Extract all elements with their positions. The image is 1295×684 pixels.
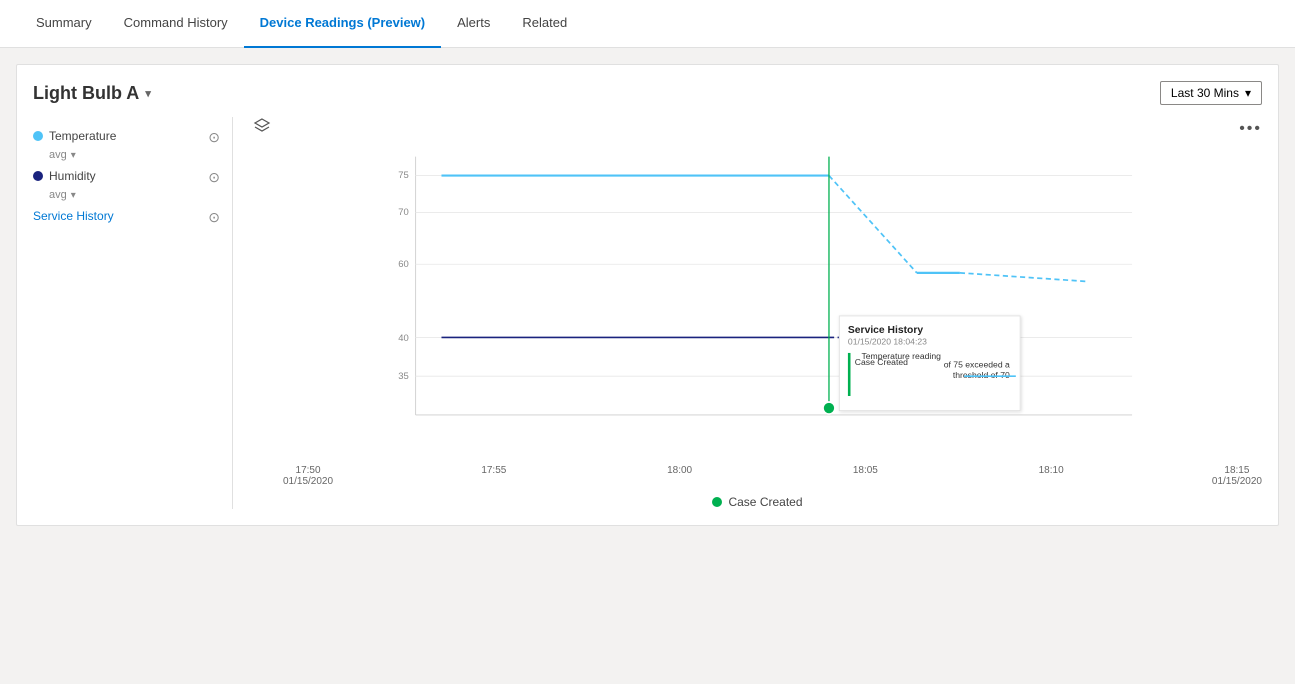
service-history-link[interactable]: Service History (33, 209, 114, 223)
x-date-1815: 01/15/2020 (1212, 476, 1262, 487)
legend-service-history: Service History ⊙ (33, 205, 220, 230)
svg-text:Service History: Service History (848, 325, 923, 336)
svg-text:Temperature reading: Temperature reading (861, 351, 941, 361)
legend-humidity-left: Humidity avg ▾ (33, 169, 96, 201)
humidity-avg-chevron[interactable]: ▾ (71, 190, 76, 201)
chart-svg: 75 70 60 40 35 (253, 148, 1262, 458)
device-title[interactable]: Light Bulb A ▾ (33, 83, 151, 104)
temperature-avg-chevron[interactable]: ▾ (71, 150, 76, 161)
humidity-icons: ⊙ (208, 169, 220, 186)
main-content: Light Bulb A ▾ Last 30 Mins ▾ Tem (0, 48, 1295, 542)
legend-temperature: Temperature avg ▾ ⊙ (33, 125, 220, 165)
x-label-1805: 18:05 (840, 465, 890, 487)
x-time-1800: 18:00 (655, 465, 705, 476)
x-time-1815: 18:15 (1212, 465, 1262, 476)
nav-command-history[interactable]: Command History (108, 0, 244, 48)
svg-text:threshold of 70: threshold of 70 (953, 370, 1010, 380)
legend-humidity: Humidity avg ▾ ⊙ (33, 165, 220, 205)
card-header: Light Bulb A ▾ Last 30 Mins ▾ (33, 81, 1262, 105)
legend-temperature-row: Temperature (33, 129, 116, 143)
chart-container: Temperature avg ▾ ⊙ (33, 117, 1262, 509)
device-dropdown-arrow[interactable]: ▾ (145, 87, 151, 100)
x-label-1755: 17:55 (469, 465, 519, 487)
humidity-eye-icon[interactable]: ⊙ (208, 169, 220, 186)
nav-alerts[interactable]: Alerts (441, 0, 506, 48)
legend-temperature-left: Temperature avg ▾ (33, 129, 116, 161)
nav-device-readings[interactable]: Device Readings (Preview) (244, 0, 441, 48)
svg-text:75: 75 (398, 170, 409, 181)
case-created-label: Case Created (728, 495, 802, 509)
temperature-label: Temperature (49, 129, 116, 143)
device-readings-card: Light Bulb A ▾ Last 30 Mins ▾ Tem (16, 64, 1279, 526)
legend-humidity-row: Humidity (33, 169, 96, 183)
humidity-sublabel: avg ▾ (49, 189, 76, 201)
service-history-eye-icon[interactable]: ⊙ (208, 209, 220, 226)
temperature-eye-icon[interactable]: ⊙ (208, 129, 220, 146)
x-axis-labels: 17:50 01/15/2020 17:55 18:00 18:05 (253, 461, 1262, 487)
temperature-icons: ⊙ (208, 129, 220, 146)
chart-toolbar: ••• (253, 117, 1262, 140)
svg-text:35: 35 (398, 371, 409, 382)
x-time-1750: 17:50 (283, 465, 333, 476)
svg-text:60: 60 (398, 259, 409, 270)
x-date-1750: 01/15/2020 (283, 476, 333, 487)
time-range-button[interactable]: Last 30 Mins ▾ (1160, 81, 1262, 105)
chart-svg-wrapper: 75 70 60 40 35 (253, 148, 1262, 509)
legend-panel: Temperature avg ▾ ⊙ (33, 117, 233, 509)
x-label-1815: 18:15 01/15/2020 (1212, 465, 1262, 487)
svg-text:01/15/2020 18:04:23: 01/15/2020 18:04:23 (848, 336, 927, 346)
x-time-1805: 18:05 (840, 465, 890, 476)
x-label-1810: 18:10 (1026, 465, 1076, 487)
layers-icon[interactable] (253, 117, 271, 140)
top-navigation: Summary Command History Device Readings … (0, 0, 1295, 48)
svg-text:70: 70 (398, 207, 409, 218)
temperature-sublabel: avg ▾ (49, 149, 76, 161)
svg-text:of 75 exceeded a: of 75 exceeded a (944, 360, 1010, 370)
svg-text:40: 40 (398, 333, 409, 344)
case-created-dot (712, 497, 722, 507)
service-history-icons: ⊙ (208, 209, 220, 226)
x-label-1750: 17:50 01/15/2020 (283, 465, 333, 487)
time-range-label: Last 30 Mins (1171, 86, 1239, 100)
temperature-dot (33, 131, 43, 141)
legend-bottom: Case Created (253, 495, 1262, 509)
x-label-1800: 18:00 (655, 465, 705, 487)
nav-summary[interactable]: Summary (20, 0, 108, 48)
chart-area: ••• 75 70 60 40 35 (233, 117, 1262, 509)
time-range-chevron: ▾ (1245, 86, 1251, 100)
x-time-1810: 18:10 (1026, 465, 1076, 476)
humidity-dot (33, 171, 43, 181)
nav-related[interactable]: Related (506, 0, 583, 48)
x-time-1755: 17:55 (469, 465, 519, 476)
device-title-text: Light Bulb A (33, 83, 139, 104)
humidity-label: Humidity (49, 169, 96, 183)
more-options-icon[interactable]: ••• (1239, 120, 1262, 138)
